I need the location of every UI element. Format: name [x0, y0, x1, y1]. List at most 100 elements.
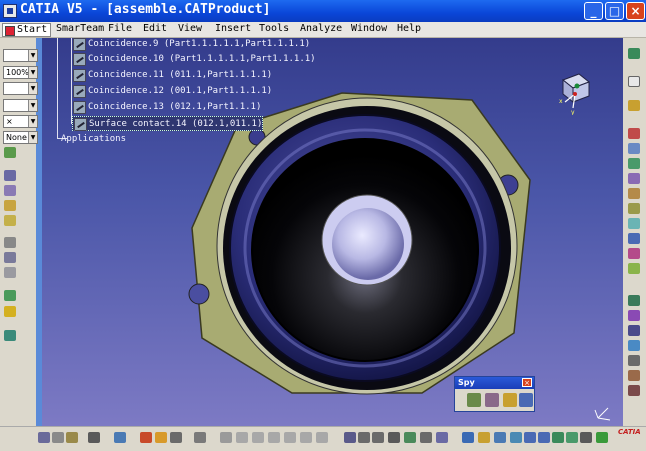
change-constraint-icon[interactable]: [628, 248, 640, 259]
tree-item-coincidence-13[interactable]: Coincidence.13 (012.1,Part1.1.1): [72, 100, 261, 115]
quick-constraint-icon[interactable]: [628, 218, 640, 229]
hide-show-icon[interactable]: [580, 432, 592, 443]
menu-start[interactable]: Start: [2, 23, 52, 37]
explode-icon[interactable]: [4, 267, 16, 278]
table-icon[interactable]: [388, 432, 400, 443]
spy-tool-icon[interactable]: [485, 393, 499, 407]
constraint-angle-icon[interactable]: [628, 173, 640, 184]
scrollbar[interactable]: [36, 38, 42, 426]
viewer-icon[interactable]: [436, 432, 448, 443]
analysis-icon[interactable]: [628, 310, 640, 321]
menu-help[interactable]: Help: [397, 23, 421, 34]
manage-representations-icon[interactable]: [316, 432, 328, 443]
tree-item-coincidence-11[interactable]: Coincidence.11 (011.1,Part1.1.1.1): [72, 68, 272, 83]
properties-icon[interactable]: [170, 432, 182, 443]
rotate-icon[interactable]: [510, 432, 522, 443]
clash-icon[interactable]: [4, 290, 16, 301]
symmetry-icon[interactable]: [252, 432, 264, 443]
constraint-coincidence-icon[interactable]: [628, 128, 640, 139]
update-icon[interactable]: [4, 330, 16, 341]
replace-component-icon[interactable]: [268, 432, 280, 443]
fly-mode-icon[interactable]: [462, 432, 474, 443]
axis-triad-icon: [594, 407, 611, 421]
publication-icon[interactable]: [628, 385, 640, 396]
manipulate-icon[interactable]: [628, 100, 640, 111]
line-type-combo[interactable]: ▼: [3, 99, 38, 112]
tree-item-applications[interactable]: Applications: [61, 134, 126, 144]
swap-visible-space-icon[interactable]: [596, 432, 608, 443]
menu-insert[interactable]: Insert: [215, 23, 251, 34]
tree-item-coincidence-10[interactable]: Coincidence.10 (Part1.1.1.1.1,Part1.1.1.…: [72, 52, 316, 67]
product-icon[interactable]: [4, 185, 16, 196]
graph-tree-icon[interactable]: [284, 432, 296, 443]
fit-all-icon[interactable]: [478, 432, 490, 443]
scene-icon[interactable]: [628, 355, 640, 366]
workbench-icon[interactable]: [628, 48, 640, 59]
tree-item-coincidence-9[interactable]: Coincidence.9 (Part1.1.1.1.1,Part1.1.1.1…: [72, 37, 310, 52]
close-button[interactable]: ×: [626, 2, 645, 20]
normal-view-icon[interactable]: [552, 432, 564, 443]
flexible-rigid-icon[interactable]: [628, 233, 640, 244]
law-icon[interactable]: [372, 432, 384, 443]
spy-tool-icon[interactable]: [519, 393, 533, 407]
menu-view[interactable]: View: [178, 23, 202, 34]
bill-of-material-icon[interactable]: [155, 432, 167, 443]
snap-icon[interactable]: [4, 252, 16, 263]
compass-widget[interactable]: x y: [555, 70, 595, 115]
tree-item-surface-contact-14[interactable]: Surface contact.14 (012.1,011.1): [72, 116, 264, 131]
menu-window[interactable]: Window: [351, 23, 387, 34]
zoom-out-icon[interactable]: [538, 432, 550, 443]
painter-icon[interactable]: [4, 147, 16, 158]
reorder-icon[interactable]: [300, 432, 312, 443]
spy-close-button[interactable]: ×: [522, 378, 532, 387]
minimize-button[interactable]: _: [584, 2, 603, 20]
maximize-button[interactable]: □: [605, 2, 624, 20]
part-icon[interactable]: [4, 200, 16, 211]
layer-combo[interactable]: None ▼: [3, 131, 38, 144]
tree-expand-icon[interactable]: [194, 432, 206, 443]
catia-logo: CATIA: [618, 428, 641, 436]
view-mode-icon[interactable]: [566, 432, 578, 443]
pan-icon[interactable]: [494, 432, 506, 443]
formula-icon[interactable]: [344, 432, 356, 443]
sketch-icon[interactable]: [404, 432, 416, 443]
annotation-icon[interactable]: [628, 340, 640, 351]
constraint-offset-icon[interactable]: [628, 158, 640, 169]
menu-smarteam[interactable]: SmarTeam: [56, 23, 104, 34]
sectioning-icon[interactable]: [628, 325, 640, 336]
tree-item-coincidence-12[interactable]: Coincidence.12 (001.1,Part1.1.1.1): [72, 84, 272, 99]
select-arrow-icon[interactable]: [628, 76, 640, 87]
menu-analyze[interactable]: Analyze: [300, 23, 342, 34]
copy-icon[interactable]: [52, 432, 64, 443]
constraint-contact-icon[interactable]: [628, 143, 640, 154]
generate-numbering-icon[interactable]: [220, 432, 232, 443]
paste-icon[interactable]: [66, 432, 78, 443]
spy-tool-icon[interactable]: [503, 393, 517, 407]
catalog-icon[interactable]: [628, 370, 640, 381]
point-type-combo[interactable]: × ▼: [3, 115, 38, 128]
assembly-icon[interactable]: [4, 170, 16, 181]
undo-icon[interactable]: [88, 432, 100, 443]
fix-together-icon[interactable]: [628, 203, 640, 214]
menu-file[interactable]: File: [108, 23, 132, 34]
move-icon[interactable]: [4, 237, 16, 248]
menu-edit[interactable]: Edit: [143, 23, 167, 34]
line-thickness-combo[interactable]: ▼: [3, 82, 38, 95]
catalog-browser-icon[interactable]: [140, 432, 152, 443]
component-icon[interactable]: [4, 215, 16, 226]
menu-tools[interactable]: Tools: [259, 23, 289, 34]
zoom-in-icon[interactable]: [524, 432, 536, 443]
fix-component-icon[interactable]: [628, 188, 640, 199]
catia-app-icon[interactable]: [3, 4, 17, 18]
measure-icon[interactable]: [628, 295, 640, 306]
line-color-combo[interactable]: ▼: [3, 49, 38, 62]
reuse-pattern-icon[interactable]: [628, 263, 640, 274]
multi-instantiation-icon[interactable]: [236, 432, 248, 443]
knowledge-icon[interactable]: [358, 432, 370, 443]
save-icon[interactable]: [114, 432, 126, 443]
transparency-combo[interactable]: 100% ▼: [3, 66, 38, 79]
pocket-icon[interactable]: [420, 432, 432, 443]
section-icon[interactable]: [4, 306, 16, 317]
select-icon[interactable]: [38, 432, 50, 443]
spy-tool-icon[interactable]: [467, 393, 481, 407]
